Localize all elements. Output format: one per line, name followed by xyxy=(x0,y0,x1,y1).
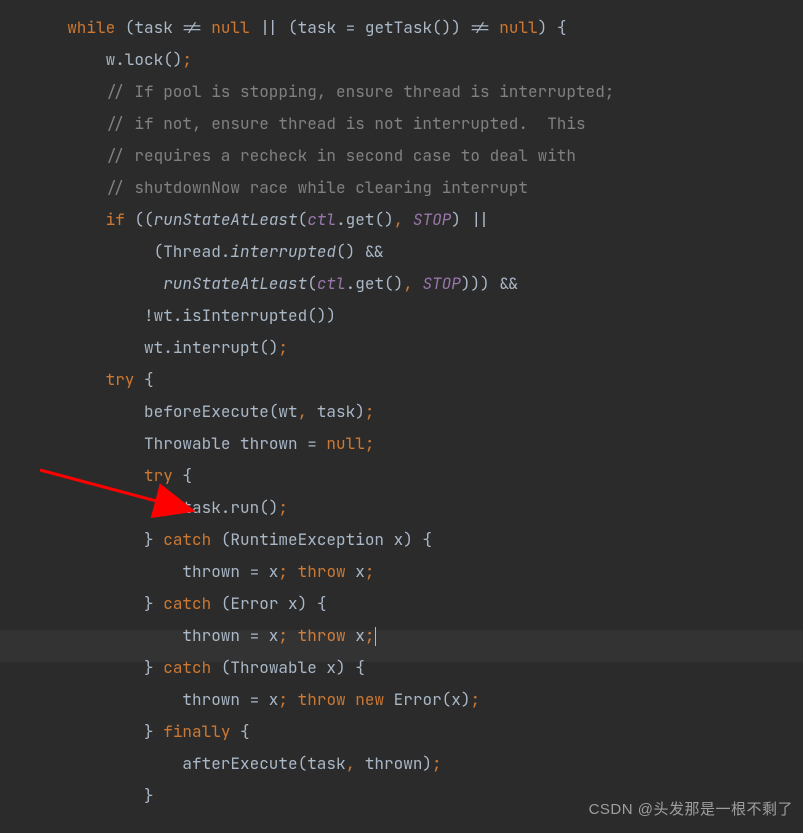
kw-try: try xyxy=(144,465,173,486)
comment-line: // shutdownNow race while clearing inter… xyxy=(106,177,528,198)
kw-finally: finally xyxy=(163,721,230,742)
watermark-text: CSDN @头发那是一根不剩了 xyxy=(589,795,793,825)
kw-try: try xyxy=(106,369,135,390)
kw-if: if xyxy=(106,209,125,230)
current-line-highlight xyxy=(0,630,803,662)
comment-line: // If pool is stopping, ensure thread is… xyxy=(106,81,615,102)
kw-throw: throw xyxy=(298,561,346,582)
kw-catch: catch xyxy=(163,529,211,550)
comment-line: // requires a recheck in second case to … xyxy=(106,145,576,166)
code-block: while (task != null || (task = getTask()… xyxy=(0,0,803,812)
lit-null: null xyxy=(211,17,249,38)
comment-line: // if not, ensure thread is not interrup… xyxy=(106,113,586,134)
kw-catch: catch xyxy=(163,593,211,614)
kw-new: new xyxy=(355,689,384,710)
kw-while: while xyxy=(67,17,115,38)
kw-throw: throw xyxy=(298,689,346,710)
lit-null: null xyxy=(499,17,537,38)
